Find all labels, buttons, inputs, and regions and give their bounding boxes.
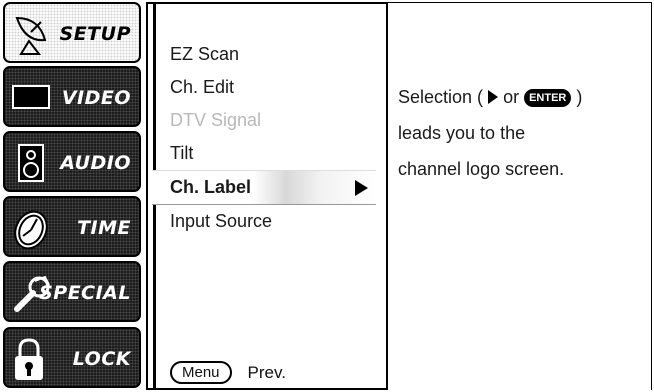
arrow-right-icon (355, 180, 368, 196)
menu-item-label: Tilt (170, 143, 194, 163)
category-time[interactable]: TIME (3, 196, 141, 257)
menu-panel: EZ Scan Ch. Edit DTV Signal Tilt Ch. Lab… (146, 2, 388, 390)
menu-list: EZ Scan Ch. Edit DTV Signal Tilt Ch. Lab… (152, 38, 386, 238)
category-setup[interactable]: SETUP (3, 2, 141, 63)
description-line-2: leads you to the (398, 123, 526, 143)
category-label: SETUP (59, 23, 131, 45)
category-label: TIME (77, 217, 131, 239)
clock-icon (14, 210, 48, 250)
menu-item-label: Ch. Edit (170, 77, 235, 97)
menu-item-label: Input Source (170, 211, 273, 231)
menu-item-ez-scan[interactable]: EZ Scan (170, 38, 386, 71)
speaker-icon (18, 144, 44, 182)
category-lock[interactable]: LOCK (3, 327, 141, 388)
description-text: Selection ( or ENTER ) leads you to the … (398, 79, 648, 187)
satellite-dish-icon (15, 16, 47, 55)
menu-footer: Menu Prev. (170, 361, 286, 384)
description-text-or: or (498, 87, 525, 107)
menu-button[interactable]: Menu (170, 361, 232, 384)
menu-item-ch-edit[interactable]: Ch. Edit (170, 71, 386, 104)
prev-label: Prev. (247, 362, 286, 382)
padlock-icon (15, 338, 43, 380)
tv-screen-icon (12, 85, 50, 109)
category-audio[interactable]: AUDIO (3, 131, 141, 192)
description-line-3: channel logo screen. (398, 159, 565, 179)
menu-item-label: EZ Scan (170, 44, 240, 64)
menu-item-label: Ch. Label (170, 177, 252, 197)
menu-item-tilt[interactable]: Tilt (170, 137, 386, 170)
description-line-1: Selection ( or ENTER ) (398, 79, 648, 115)
menu-item-ch-label[interactable]: Ch. Label (152, 170, 376, 205)
category-label: VIDEO (61, 87, 131, 109)
category-video[interactable]: VIDEO (3, 66, 141, 127)
category-label: SPECIAL (39, 282, 131, 304)
description-text-suffix: ) (571, 87, 583, 107)
enter-key-icon: ENTER (524, 89, 572, 107)
category-label: AUDIO (60, 152, 131, 174)
menu-item-dtv-signal: DTV Signal (170, 104, 386, 137)
category-column: SETUP VIDEO AUDIO TIME SPECIAL LOCK (0, 0, 150, 392)
category-special[interactable]: SPECIAL (3, 261, 141, 322)
play-right-icon (488, 90, 499, 104)
menu-item-label: DTV Signal (170, 110, 262, 130)
description-text-prefix: Selection ( (398, 87, 484, 107)
category-label: LOCK (72, 348, 131, 370)
description-panel: Selection ( or ENTER ) leads you to the … (388, 2, 652, 390)
menu-item-input-source[interactable]: Input Source (170, 205, 386, 238)
